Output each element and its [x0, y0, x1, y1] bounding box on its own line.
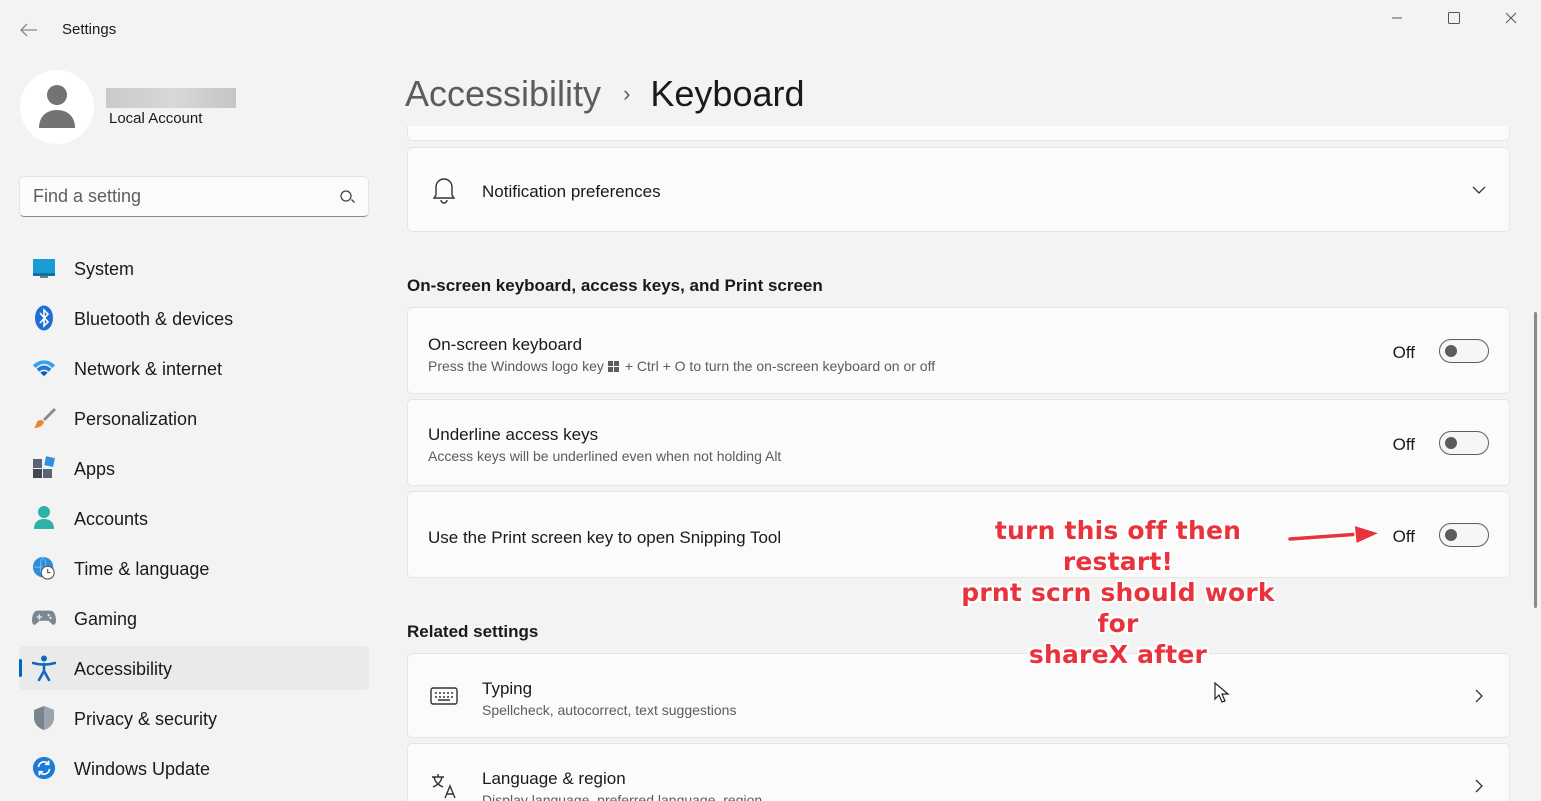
- notification-preferences-card[interactable]: Notification preferences: [407, 147, 1510, 232]
- minimize-button[interactable]: [1373, 4, 1421, 32]
- title-bar: Settings: [0, 0, 1541, 58]
- sidebar-item-network[interactable]: Network & internet: [19, 346, 369, 390]
- person-icon: [32, 506, 56, 530]
- description-text-part: Press the Windows logo key: [428, 358, 604, 374]
- sidebar-item-label: System: [74, 259, 135, 279]
- close-icon: [1505, 12, 1517, 24]
- account-type-label: Local Account: [109, 110, 203, 127]
- language-region-title: Language & region: [482, 769, 626, 788]
- sidebar-item-label: Accounts: [74, 509, 149, 529]
- related-settings-header: Related settings: [407, 622, 539, 641]
- annotation-line: shareX after: [1028, 640, 1208, 669]
- windows-logo-icon: [607, 361, 619, 372]
- bluetooth-icon: [32, 305, 56, 331]
- annotation-line: prnt scrn should work for: [961, 578, 1275, 638]
- bell-icon: [430, 176, 458, 204]
- gamepad-icon: [32, 606, 56, 630]
- typing-title: Typing: [482, 679, 533, 698]
- language-region-description: Display language, preferred language, re…: [482, 792, 763, 801]
- underline-access-keys-title: Underline access keys: [428, 425, 599, 444]
- language-icon: [430, 772, 458, 800]
- sidebar-nav: System Bluetooth & devices Network & int…: [19, 246, 369, 796]
- close-button[interactable]: [1487, 4, 1535, 32]
- underline-access-keys-description: Access keys will be underlined even when…: [428, 448, 782, 464]
- minimize-icon: [1392, 17, 1402, 19]
- search-icon[interactable]: [338, 188, 356, 206]
- onscreen-section-header: On-screen keyboard, access keys, and Pri…: [407, 276, 823, 295]
- toggle-state-label: Off: [1392, 527, 1415, 546]
- shield-icon: [32, 706, 56, 730]
- chevron-right-icon[interactable]: [1471, 778, 1487, 794]
- toggle-state-label: Off: [1392, 435, 1415, 454]
- sidebar-item-accessibility[interactable]: Accessibility: [19, 646, 369, 690]
- back-button[interactable]: [14, 16, 44, 44]
- sidebar-item-system[interactable]: System: [19, 246, 369, 290]
- onscreen-keyboard-card: On-screen keyboard Press the Windows log…: [407, 307, 1510, 394]
- notification-preferences-title: Notification preferences: [482, 182, 661, 201]
- annotation-line: turn this off then restart!: [994, 516, 1242, 576]
- sidebar-item-accounts[interactable]: Accounts: [19, 496, 369, 540]
- print-screen-snipping-title: Use the Print screen key to open Snippin…: [428, 528, 782, 547]
- accessibility-icon: [32, 655, 56, 681]
- sidebar-item-label: Privacy & security: [74, 709, 218, 729]
- search-box[interactable]: [19, 176, 369, 217]
- sidebar-item-personalization[interactable]: Personalization: [19, 396, 369, 440]
- annotation-text: turn this off then restart! prnt scrn sh…: [938, 515, 1298, 670]
- toggle-state-label: Off: [1392, 343, 1415, 362]
- print-screen-snipping-toggle[interactable]: [1439, 523, 1489, 547]
- keyboard-icon: [430, 682, 458, 710]
- sidebar-item-label: Apps: [74, 459, 116, 479]
- sidebar-item-label: Gaming: [74, 609, 138, 629]
- breadcrumb-separator: ›: [623, 81, 631, 106]
- sidebar-item-label: Network & internet: [74, 359, 223, 379]
- paintbrush-icon: [32, 406, 56, 430]
- underline-access-keys-card: Underline access keys Access keys will b…: [407, 399, 1510, 486]
- update-sync-icon: [32, 756, 56, 780]
- typing-description: Spellcheck, autocorrect, text suggestion…: [482, 702, 737, 718]
- maximize-icon: [1448, 12, 1460, 24]
- sidebar-item-windows-update[interactable]: Windows Update: [19, 746, 369, 790]
- chevron-right-icon[interactable]: [1471, 688, 1487, 704]
- mouse-cursor-icon: [1214, 682, 1230, 703]
- breadcrumb: Accessibility › Keyboard: [405, 72, 805, 116]
- annotation-arrow-icon: [1288, 524, 1382, 546]
- description-text-part: + Ctrl + O to turn the on-screen keyboar…: [624, 358, 936, 374]
- sidebar-item-privacy-security[interactable]: Privacy & security: [19, 696, 369, 740]
- page-title: Keyboard: [650, 73, 805, 114]
- apps-icon: [32, 456, 56, 480]
- sidebar-item-label: Windows Update: [74, 759, 211, 779]
- sidebar-item-label: Bluetooth & devices: [74, 309, 234, 329]
- sidebar-item-time-language[interactable]: Time & language: [19, 546, 369, 590]
- redacted-user-name: [106, 88, 236, 108]
- scrollbar-thumb[interactable]: [1534, 312, 1537, 608]
- chevron-down-icon[interactable]: [1471, 182, 1487, 198]
- app-title: Settings: [62, 21, 117, 38]
- sidebar-item-bluetooth[interactable]: Bluetooth & devices: [19, 296, 369, 340]
- language-region-card[interactable]: Language & region Display language, pref…: [407, 743, 1510, 801]
- person-silhouette-icon: [39, 85, 75, 128]
- onscreen-keyboard-description: Press the Windows logo key + Ctrl + O to …: [428, 358, 935, 374]
- maximize-button[interactable]: [1430, 4, 1478, 32]
- globe-clock-icon: [32, 556, 56, 580]
- breadcrumb-parent-link[interactable]: Accessibility: [405, 73, 601, 115]
- sidebar-item-label: Personalization: [74, 409, 198, 429]
- sidebar-item-label: Accessibility: [74, 659, 173, 679]
- wifi-icon: [32, 356, 56, 380]
- sidebar-item-gaming[interactable]: Gaming: [19, 596, 369, 640]
- back-arrow-icon: [20, 23, 37, 37]
- onscreen-keyboard-toggle[interactable]: [1439, 339, 1489, 363]
- onscreen-keyboard-title: On-screen keyboard: [428, 335, 583, 354]
- previous-settings-card: [407, 126, 1510, 141]
- underline-access-keys-toggle[interactable]: [1439, 431, 1489, 455]
- sidebar-item-apps[interactable]: Apps: [19, 446, 369, 490]
- system-monitor-icon: [32, 256, 56, 280]
- sidebar-item-label: Time & language: [74, 559, 210, 579]
- avatar[interactable]: [20, 70, 94, 144]
- search-input[interactable]: [33, 186, 333, 207]
